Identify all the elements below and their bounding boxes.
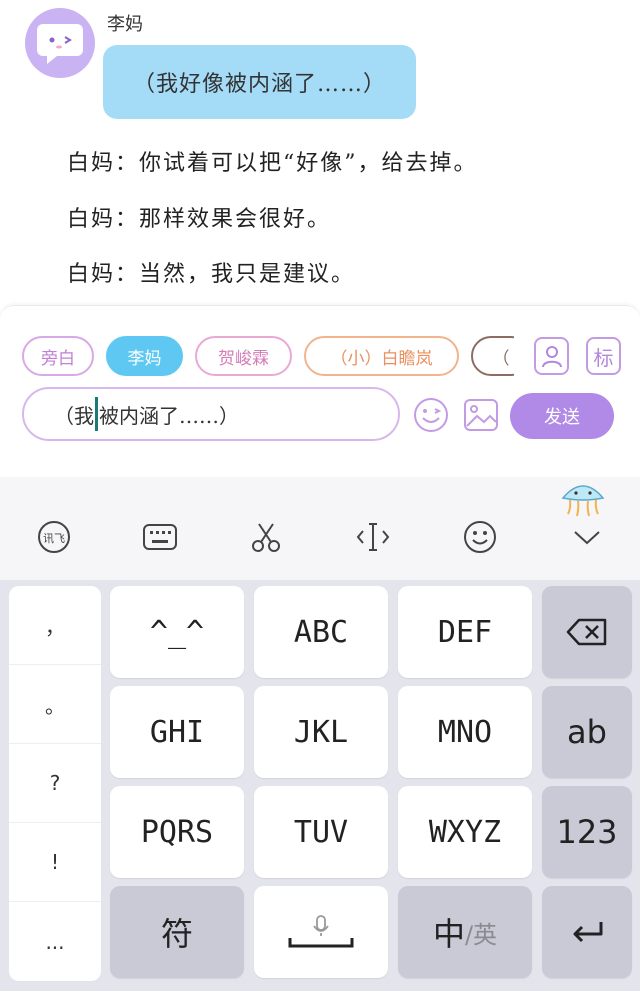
key-tuv[interactable]: TUV [254,786,388,878]
punct-key[interactable]: ? [9,744,101,823]
ime-logo-icon: 讯飞 [38,521,70,553]
ab-key[interactable]: ab [542,686,632,778]
image-icon[interactable] [462,396,500,434]
t9-keyboard: ， 。 ? ! ... ^_^ ABC DEF GHI JKL MNO ab P… [0,580,640,991]
chat-bubble-face-icon [37,24,83,64]
character-chip-row[interactable]: 旁白 李妈 贺峻霖 （小）白瞻岚 （ [22,336,514,378]
number-key[interactable]: 123 [542,786,632,878]
jellyfish-sticker-icon[interactable] [558,478,608,518]
microphone-space-icon [288,915,354,948]
chat-area: 李妈 （我好像被内涵了……） 白妈：你试着可以把“好像”，给去掉。 白妈：那样效… [0,0,640,305]
chip-li-ma[interactable]: 李妈 [106,336,183,376]
narration-line: 白妈：当然，我只是建议。 [67,262,356,287]
en-label: /英 [464,920,498,949]
chip-partial[interactable]: （ [471,336,514,376]
person-icon [541,346,562,368]
enter-key[interactable] [542,886,632,978]
enter-icon [573,922,603,943]
app-root: 李妈 （我好像被内涵了……） 白妈：你试着可以把“好像”，给去掉。 白妈：那样效… [0,0,640,991]
ime-logo-button[interactable]: 讯飞 [32,517,76,557]
key-wxyz[interactable]: WXYZ [398,786,532,878]
text-cursor [95,397,98,431]
chevron-down-icon [574,531,600,545]
input-text-after: 被内涵了……） [99,403,239,428]
punct-key[interactable]: ... [9,902,101,981]
send-button[interactable]: 发送 [510,393,614,439]
keyboard-switch-button[interactable] [138,517,182,557]
cursor-move-button[interactable] [351,517,395,557]
keyboard-toolbar: 讯飞 [0,477,640,580]
key-pqrs[interactable]: PQRS [110,786,244,878]
chip-he-junlin[interactable]: 贺峻霖 [195,336,292,376]
language-switch-key[interactable]: 中/英 [398,886,532,978]
label-button[interactable]: 标 [586,337,621,375]
keyboard-icon [143,524,177,550]
narration-line: 白妈：你试着可以把“好像”，给去掉。 [67,151,478,176]
key-abc[interactable]: ABC [254,586,388,678]
input-text-before: （我 [54,403,94,428]
symbol-key[interactable]: 符 [110,886,244,978]
chip-bai-zhanlan[interactable]: （小）白瞻岚 [304,336,459,376]
key-def[interactable]: DEF [398,586,532,678]
punctuation-column[interactable]: ， 。 ? ! ... [9,586,101,981]
text-cursor-icon [356,523,390,551]
punct-key[interactable]: 。 [9,665,101,744]
key-jkl[interactable]: JKL [254,686,388,778]
message-input[interactable]: （我 被内涵了……） [22,387,400,441]
punct-key[interactable]: ! [9,823,101,902]
scissors-icon [252,523,280,552]
compose-panel: 旁白 李妈 贺峻霖 （小）白瞻岚 （ 标 （我 被内涵了……） 发送 [0,305,640,477]
backspace-icon [566,618,607,646]
punct-key[interactable]: ， [9,586,101,665]
emoji-panel-button[interactable] [458,517,502,557]
hide-keyboard-button[interactable] [565,517,609,557]
key-emoticon[interactable]: ^_^ [110,586,244,678]
emoji-icon[interactable] [412,396,450,434]
key-mno[interactable]: MNO [398,686,532,778]
key-ghi[interactable]: GHI [110,686,244,778]
avatar[interactable] [25,8,95,78]
message-bubble[interactable]: （我好像被内涵了……） [103,45,416,119]
narration-line: 白妈：那样效果会很好。 [67,207,332,232]
sender-name: 李妈 [107,14,143,35]
smiley-icon [464,521,496,553]
svg-text:讯飞: 讯飞 [43,532,65,545]
zh-label: 中 [432,915,465,953]
space-key[interactable] [254,886,388,978]
backspace-key[interactable] [542,586,632,678]
character-profile-button[interactable] [534,337,569,375]
chip-narrator[interactable]: 旁白 [22,336,94,376]
clipboard-cut-button[interactable] [244,517,288,557]
